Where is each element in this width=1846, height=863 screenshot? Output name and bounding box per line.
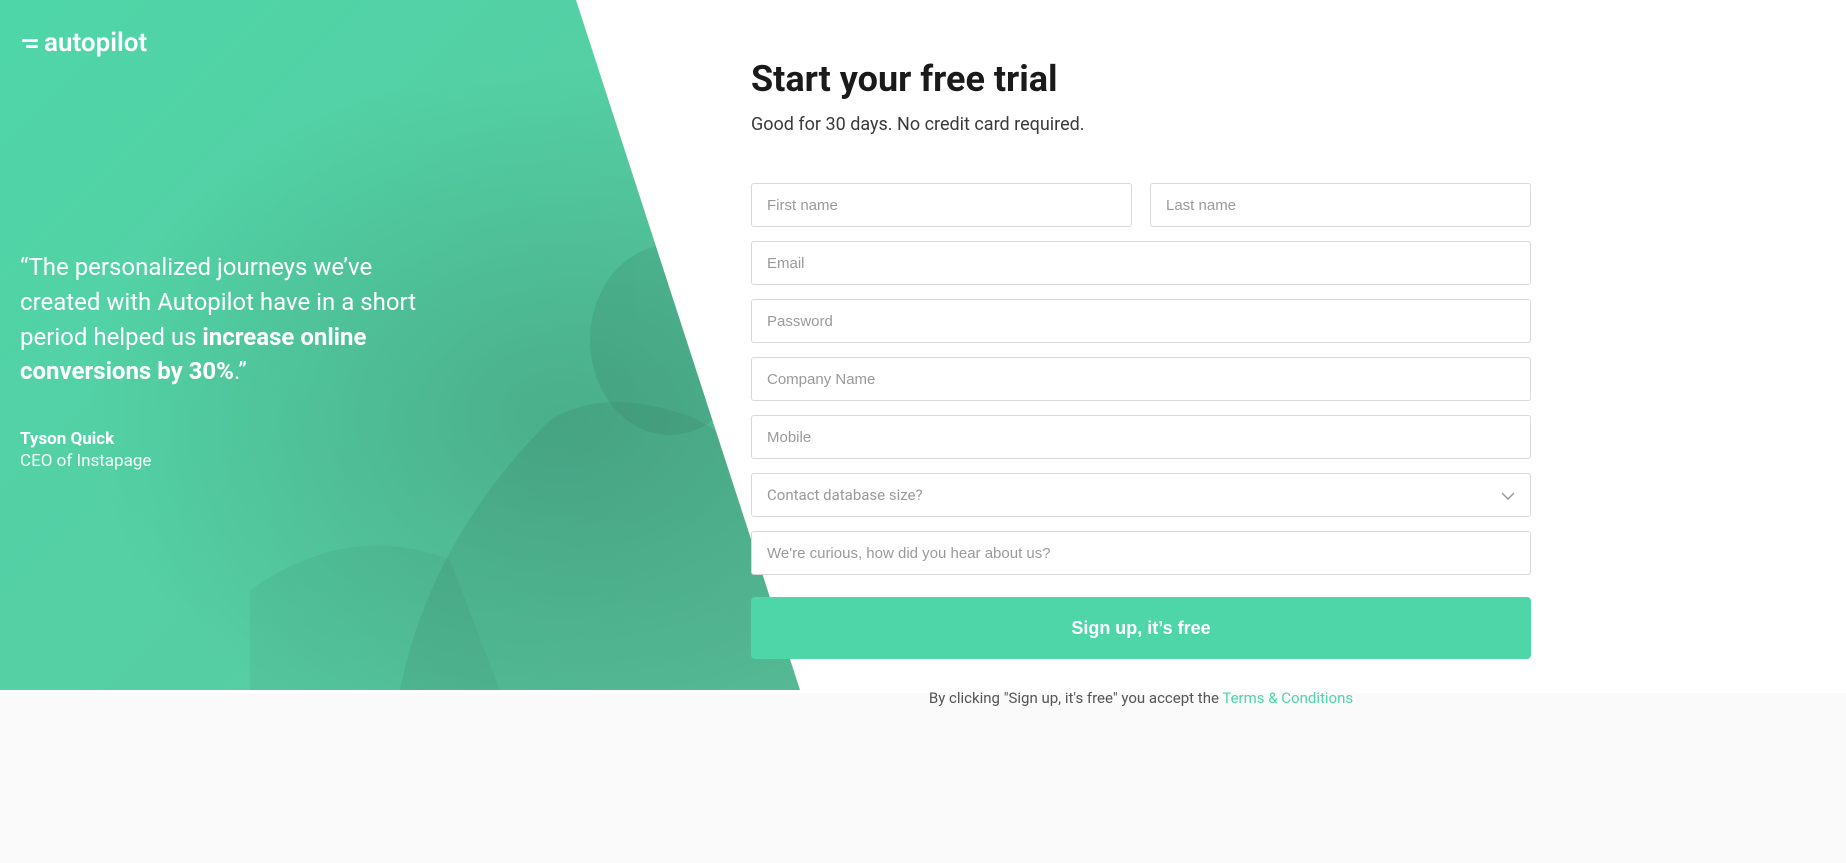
testimonial-author: Tyson Quick [20,429,420,449]
hear-about-input[interactable] [751,531,1531,575]
signup-button[interactable]: Sign up, it’s free [751,597,1531,659]
company-name-input[interactable] [751,357,1531,401]
signup-form-panel: Start your free trial Good for 30 days. … [751,58,1531,707]
password-input[interactable] [751,299,1531,343]
database-size-select[interactable]: Contact database size? [751,473,1531,517]
brand-name: autopilot [44,28,147,58]
page-title: Start your free trial [751,58,1531,100]
terms-text: By clicking "Sign up, it's free" you acc… [751,689,1531,707]
brand-logo: autopilot [22,28,147,58]
email-input[interactable] [751,241,1531,285]
testimonial-block: “The personalized journeys we’ve created… [20,250,420,471]
testimonial-quote: “The personalized journeys we’ve created… [20,250,420,389]
terms-link[interactable]: Terms & Conditions [1222,689,1353,707]
first-name-input[interactable] [751,183,1132,227]
hero-panel: autopilot “The personalized journeys we’… [0,0,800,690]
chevron-down-icon [1501,486,1515,504]
last-name-input[interactable] [1150,183,1531,227]
testimonial-role: CEO of Instapage [20,451,420,471]
bottom-background [0,693,1846,863]
autopilot-logo-icon [22,39,38,48]
database-size-placeholder: Contact database size? [767,486,923,504]
mobile-input[interactable] [751,415,1531,459]
page-subtitle: Good for 30 days. No credit card require… [751,114,1531,135]
